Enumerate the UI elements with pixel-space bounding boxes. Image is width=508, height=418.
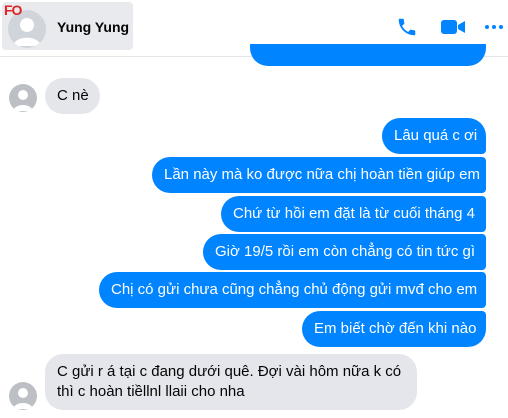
message-text: C nè (57, 87, 89, 104)
message-bubble-outgoing[interactable]: Lâu quá c ơi (382, 118, 486, 154)
video-camera-icon[interactable] (440, 16, 466, 38)
message-text: Lần này mà ko được nữa chị hoàn tiền giú… (164, 166, 480, 183)
contact-name[interactable]: Yung Yung (57, 19, 129, 35)
more-options-icon[interactable] (484, 16, 504, 38)
phone-icon[interactable] (396, 16, 418, 38)
contact-avatar-small[interactable] (9, 84, 37, 112)
default-avatar-icon (13, 388, 33, 409)
message-text: Chứ từ hồi em đặt là từ cuối tháng 4 (233, 205, 475, 222)
message-bubble-incoming[interactable]: C nè (45, 78, 100, 114)
message-bubble-outgoing[interactable]: Chị có gửi chưa cũng chẳng chủ động gửi … (99, 272, 486, 308)
message-text: Chị có gửi chưa cũng chẳng chủ động gửi … (111, 281, 478, 298)
message-text: Giờ 19/5 rồi em còn chẳng có tin tức gì (215, 243, 476, 260)
message-bubble-outgoing[interactable]: Lần này mà ko được nữa chị hoàn tiền giú… (152, 157, 486, 193)
message-text: C gửi r á tại c đang dưới quê. Đợi vài h… (57, 363, 402, 400)
message-bubble-outgoing[interactable]: Em biết chờ đến khi nào (302, 311, 486, 347)
contact-avatar-small[interactable] (9, 382, 37, 410)
message-text: Em biết chờ đến khi nào (314, 320, 477, 337)
watermark-logo: FO (4, 2, 22, 18)
previous-message-bubble (250, 44, 486, 66)
contact-profile-button[interactable]: FO Yung Yung (2, 2, 133, 50)
default-avatar-icon (13, 90, 33, 111)
message-bubble-incoming[interactable]: C gửi r á tại c đang dưới quê. Đợi vài h… (45, 354, 417, 410)
message-bubble-outgoing[interactable]: Giờ 19/5 rồi em còn chẳng có tin tức gì (203, 234, 486, 270)
message-bubble-outgoing[interactable]: Chứ từ hồi em đặt là từ cuối tháng 4 (221, 196, 486, 232)
message-text: Lâu quá c ơi (394, 127, 478, 144)
